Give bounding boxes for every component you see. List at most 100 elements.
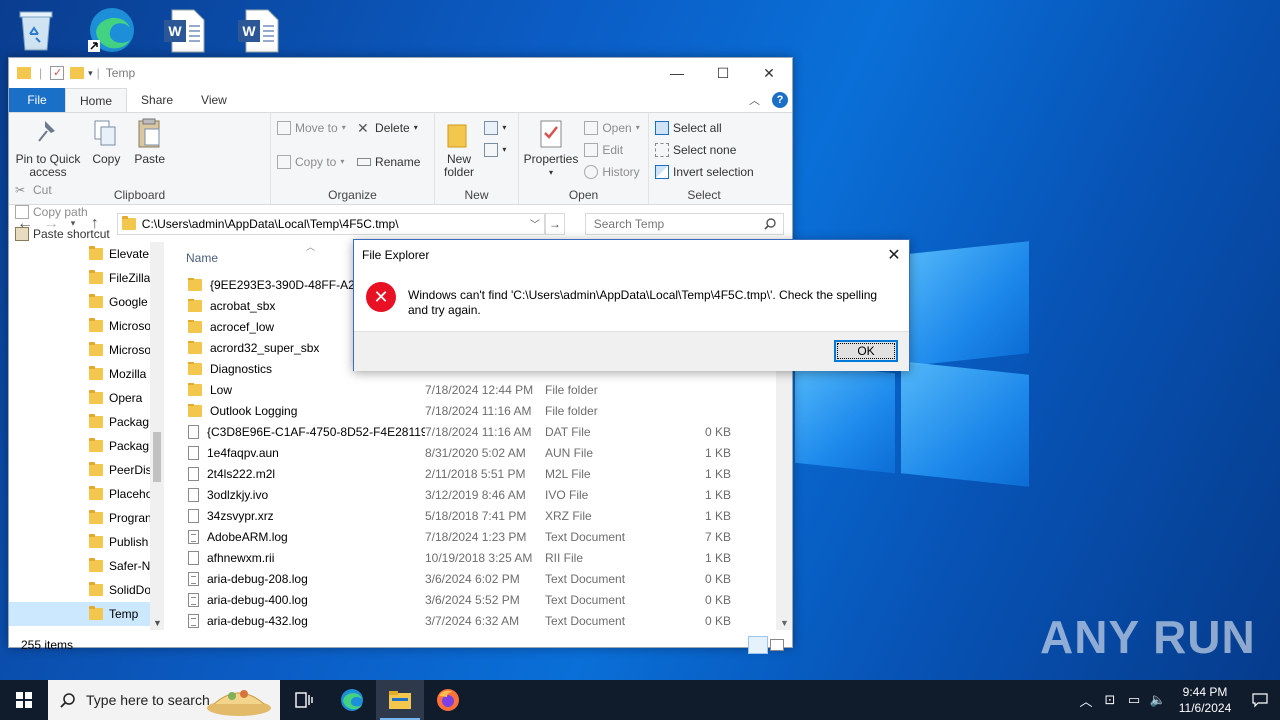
ok-button[interactable]: OK — [834, 340, 898, 362]
text-file-icon — [188, 592, 199, 607]
navigation-pane: Elevate FileZilla Google Microsof Microsof Mo… — [9, 242, 164, 630]
notifications-button[interactable] — [1240, 692, 1280, 708]
nav-item[interactable]: Elevate — [9, 242, 164, 266]
new-item-button[interactable]: ▾ — [484, 119, 506, 136]
address-input[interactable]: C:\Users\admin\AppData\Local\Temp\4F5C.t… — [116, 212, 545, 235]
search-icon — [60, 693, 75, 708]
nav-item[interactable]: Mozilla — [9, 362, 164, 386]
recycle-bin-icon[interactable] — [14, 6, 62, 54]
close-button[interactable]: ✕ — [746, 58, 792, 88]
copy-path-button[interactable]: Copy path — [15, 203, 110, 220]
scroll-down-icon[interactable]: ▼ — [153, 618, 162, 628]
rename-button[interactable]: Rename — [357, 153, 420, 170]
taskbar-firefox[interactable] — [424, 680, 472, 720]
nav-item[interactable]: Microsof — [9, 314, 164, 338]
file-row[interactable]: Low 7/18/2024 12:44 PM File folder — [164, 379, 792, 400]
tab-file[interactable]: File — [9, 88, 65, 112]
clock[interactable]: 9:44 PM 11/6/2024 — [1170, 684, 1240, 716]
nav-item[interactable]: SolidDo — [9, 578, 164, 602]
nav-scrollbar-thumb[interactable] — [153, 432, 161, 482]
word-document-icon[interactable]: W — [164, 8, 212, 56]
show-hidden-icons-icon[interactable]: ︿ — [1074, 691, 1098, 710]
file-row[interactable]: 3odlzkjy.ivo 3/12/2019 8:46 AM IVO File 1 K… — [164, 484, 792, 505]
minimize-button[interactable]: — — [654, 58, 700, 88]
go-arrow-icon[interactable]: → — [544, 212, 565, 235]
copy-to-button[interactable]: Copy to ▾ — [277, 153, 346, 170]
file-row[interactable]: AdobeARM.log 7/18/2024 1:23 PM Text Docume… — [164, 526, 792, 547]
collapse-ribbon-icon[interactable]: ︿ — [749, 92, 760, 108]
delete-button[interactable]: ✕ Delete ▾ — [357, 119, 420, 136]
file-type: Text Document — [545, 592, 626, 607]
file-row[interactable]: aria-debug-400.log 3/6/2024 5:52 PM Text D… — [164, 589, 792, 610]
nav-item[interactable]: Placeho — [9, 482, 164, 506]
task-view-button[interactable] — [280, 680, 328, 720]
file-row[interactable]: aria-debug-208.log 3/6/2024 6:02 PM Text D… — [164, 568, 792, 589]
tab-share[interactable]: Share — [127, 88, 187, 112]
paste-button[interactable]: Paste — [132, 117, 168, 166]
nav-item-label: Google — [109, 295, 148, 309]
dialog-close-button[interactable]: ✕ — [879, 245, 909, 265]
edit-button[interactable]: Edit — [584, 141, 639, 158]
file-row[interactable]: aria-debug-432.log 3/7/2024 6:32 AM Text D… — [164, 610, 792, 630]
properties-button[interactable]: Properties ▾ — [524, 117, 578, 179]
tab-home[interactable]: Home — [65, 88, 128, 112]
pin-label: Pin to Quick access — [15, 152, 81, 179]
tab-view[interactable]: View — [187, 88, 241, 112]
chevron-down-icon[interactable]: ﹀ — [530, 216, 540, 231]
select-all-button[interactable]: Select all — [655, 119, 754, 136]
nav-item[interactable]: Progran — [9, 506, 164, 530]
start-button[interactable] — [0, 680, 48, 720]
volume-icon[interactable]: 🔈 — [1146, 692, 1170, 708]
taskbar-file-explorer[interactable] — [376, 680, 424, 720]
nav-item[interactable]: Opera — [9, 386, 164, 410]
move-to-button[interactable]: Move to ▾ — [277, 119, 346, 136]
nav-item[interactable]: Packag — [9, 434, 164, 458]
details-view-icon[interactable] — [748, 636, 768, 654]
nav-item[interactable]: Microsof — [9, 338, 164, 362]
search-input[interactable]: Search Temp — [584, 212, 785, 235]
file-row[interactable]: 2t4ls222.m2l 2/11/2018 5:51 PM M2L File 1 K… — [164, 463, 792, 484]
copy-button[interactable]: Copy — [88, 117, 124, 166]
copy-icon — [94, 120, 116, 146]
file-row[interactable]: {C3D8E96E-C1AF-4750-8D52-F4E28119C1...7/… — [164, 421, 792, 442]
nav-item[interactable]: Google — [9, 290, 164, 314]
word-document-icon[interactable]: W — [238, 8, 286, 56]
large-icons-view-icon[interactable] — [770, 639, 784, 651]
nav-item-label: Packag — [109, 439, 150, 453]
network-adapter-icon[interactable]: ⊡ — [1098, 692, 1122, 708]
file-row[interactable]: 34zsvypr.xrz 5/18/2018 7:41 PM XRZ File 1 K… — [164, 505, 792, 526]
file-date: 7/18/2024 11:16 AM — [425, 424, 532, 439]
select-all-label: Select all — [673, 120, 722, 135]
file-row[interactable]: afhnewxm.rii 10/19/2018 3:25 AM RII File 1 … — [164, 547, 792, 568]
file-date: 7/18/2024 12:44 PM — [425, 382, 534, 397]
new-folder-button[interactable]: New folder — [441, 117, 477, 179]
edge-shortcut-icon[interactable] — [86, 6, 134, 54]
nav-item[interactable]: Packag — [9, 410, 164, 434]
nav-item[interactable]: Safer-N — [9, 554, 164, 578]
select-none-button[interactable]: Select none — [655, 141, 754, 158]
easy-access-button[interactable]: ▾ — [484, 141, 506, 158]
nav-item[interactable]: Publish — [9, 530, 164, 554]
help-icon[interactable]: ? — [772, 92, 788, 108]
taskbar-search-input[interactable]: Type here to search — [48, 680, 280, 720]
customize-toolbar-icon[interactable]: ▾ — [88, 68, 93, 79]
file-row[interactable]: 1e4faqpv.aun 8/31/2020 5:02 AM AUN File 1 K… — [164, 442, 792, 463]
taskbar-edge[interactable] — [328, 680, 376, 720]
network-icon[interactable]: ▭ — [1122, 692, 1146, 708]
paste-shortcut-button[interactable]: Paste shortcut — [15, 225, 110, 242]
open-button[interactable]: Open ▾ — [584, 119, 640, 136]
invert-selection-button[interactable]: Invert selection — [655, 163, 754, 180]
new-folder-quick-icon[interactable] — [70, 67, 85, 79]
nav-item[interactable]: PeerDis — [9, 458, 164, 482]
nav-scrollbar[interactable]: ▼ — [150, 242, 164, 630]
pin-quick-access-button[interactable]: Pin to Quick access — [15, 117, 81, 179]
nav-item[interactable]: FileZilla — [9, 266, 164, 290]
history-button[interactable]: History — [584, 163, 640, 180]
properties-quick-icon[interactable]: ✓ — [50, 66, 65, 80]
text-file-icon — [188, 529, 199, 544]
nav-item[interactable]: Temp — [9, 602, 164, 626]
maximize-button[interactable]: ☐ — [700, 58, 746, 88]
window-title: Temp — [105, 66, 136, 80]
scroll-down-icon[interactable]: ▼ — [780, 618, 789, 628]
file-row[interactable]: Outlook Logging 7/18/2024 11:16 AM File fo… — [164, 400, 792, 421]
